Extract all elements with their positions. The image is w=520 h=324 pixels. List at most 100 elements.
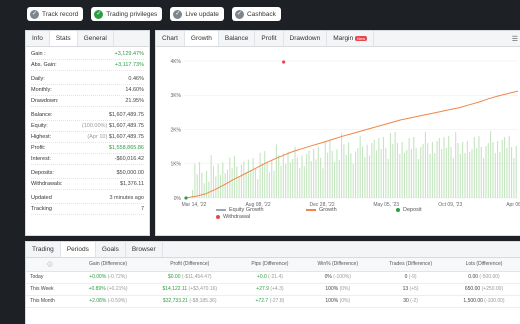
table-header-row: ⓘ Gain (Difference) Profit (Difference) … [26, 258, 520, 272]
tab-browser[interactable]: Browser [126, 242, 163, 257]
equity-bar [385, 148, 387, 198]
legend-equity-growth[interactable]: Equity Growth [216, 207, 264, 213]
cell-trades: 30 (-2) [373, 295, 448, 308]
stat-abs-gain: Abs. Gain: +3,117.73% [31, 60, 144, 71]
withdrawal-marker [282, 60, 286, 64]
equity-bar [222, 162, 224, 198]
equity-bar [408, 138, 410, 198]
equity-bar [268, 172, 270, 198]
badge-live-update[interactable]: ✓ Live update [170, 7, 224, 21]
equity-bar [487, 143, 489, 198]
equity-bar [231, 168, 233, 198]
tab-goals[interactable]: Goals [96, 242, 126, 257]
equity-bar [471, 149, 473, 198]
tab-general[interactable]: General [78, 31, 114, 46]
period-name: This Month [26, 295, 74, 308]
equity-bar [464, 153, 466, 198]
equity-bar [352, 163, 354, 198]
equity-bar [245, 171, 247, 198]
equity-bar [194, 163, 196, 198]
equity-bar [289, 162, 291, 198]
tab-profit[interactable]: Profit [255, 31, 284, 46]
equity-bar [229, 157, 231, 198]
cell-lots: 0.00 (-500.00) [448, 271, 520, 284]
stat-daily: Daily: 0.46% [31, 74, 144, 85]
legend-growth[interactable]: Growth [306, 207, 337, 213]
equity-bar [415, 148, 417, 198]
equity-bar [410, 149, 412, 198]
tab-chart[interactable]: Chart [156, 31, 185, 46]
stats-panel: Info Stats General Gain : +3,129.47% Abs.… [25, 30, 150, 236]
tab-info[interactable]: Info [26, 31, 50, 46]
col-pips[interactable]: Pips (Difference) [237, 258, 303, 272]
equity-bar [310, 161, 312, 198]
badge-label: Cashback [246, 10, 276, 18]
stat-monthly: Monthly: 14.60% [31, 85, 144, 96]
equity-bar [296, 157, 298, 198]
check-icon: ✓ [94, 9, 104, 19]
equity-bar [303, 166, 305, 198]
equity-bar [478, 136, 480, 198]
stat-gain: Gain : +3,129.47% [31, 49, 144, 60]
col-win[interactable]: Win% (Difference) [302, 258, 374, 272]
cell-gain: +2.08% (-0.59%) [74, 295, 143, 308]
equity-bar [494, 153, 496, 198]
equity-bar [504, 137, 506, 198]
cell-profit: $14,122.11 (+$3,470.16) [142, 283, 238, 296]
equity-bar [438, 138, 440, 198]
tab-balance[interactable]: Balance [219, 31, 256, 46]
deposit-marker [184, 196, 188, 200]
equity-bar [287, 151, 289, 198]
legend-deposit[interactable]: Deposit [396, 207, 422, 213]
equity-bar [264, 151, 266, 198]
equity-bar [215, 176, 217, 198]
col-gain[interactable]: Gain (Difference) [74, 258, 143, 272]
badge-track-record[interactable]: ✓ Track record [27, 7, 84, 21]
tab-growth[interactable]: Growth [184, 31, 219, 46]
tab-drawdown[interactable]: Drawdown [284, 31, 328, 46]
equity-bar [420, 147, 422, 198]
hamburger-icon[interactable]: ☰ [512, 35, 518, 43]
equity-bar [373, 139, 375, 198]
equity-bar [357, 148, 359, 198]
equity-bar [380, 149, 382, 198]
equity-bar [285, 164, 287, 198]
equity-bar [238, 177, 240, 198]
equity-bar [324, 142, 326, 198]
equity-bar [261, 163, 263, 198]
stat-updated: Updated 3 minutes ago [31, 193, 144, 204]
cell-trades: 0 (-9) [373, 271, 448, 284]
equity-bar [431, 142, 433, 198]
legend-withdrawal[interactable]: Withdrawal [216, 214, 250, 220]
equity-bar [320, 157, 322, 198]
col-trades[interactable]: Trades (Difference) [373, 258, 448, 272]
cell-gain: +0.89% (+0.21%) [74, 283, 143, 296]
equity-bar [275, 144, 277, 198]
cell-pips: +72.7 (-27.8) [237, 295, 303, 308]
info-icon[interactable]: ⓘ [26, 258, 74, 272]
badge-trading-privileges[interactable]: ✓ Trading privileges [91, 7, 163, 21]
legend-swatch [306, 209, 316, 211]
equity-bar [452, 158, 454, 198]
equity-bar [492, 142, 494, 198]
stat-withdrawals: Withdrawals: $1,376.11 [31, 179, 144, 190]
tab-margin[interactable]: Margin New [327, 31, 375, 46]
equity-bar [317, 147, 319, 198]
tab-stats[interactable]: Stats [49, 31, 78, 46]
check-icon: ✓ [173, 9, 183, 19]
equity-bar [476, 148, 478, 198]
col-lots[interactable]: Lots (Difference) [448, 258, 520, 272]
equity-bar [240, 164, 242, 198]
tab-trading[interactable]: Trading [26, 242, 61, 257]
equity-bar [243, 161, 245, 198]
chart-svg: 0%1K%2K%3K%4K%Mar 14, '22 Aug 08, '22 Dec … [170, 59, 520, 208]
equity-bar [236, 166, 238, 198]
tab-periods[interactable]: Periods [60, 242, 96, 257]
table-row: This Month +2.08% (-0.59%) $32,733.21 (-$8… [26, 295, 520, 308]
badge-label: Trading privileges [106, 10, 158, 18]
col-profit[interactable]: Profit (Difference) [142, 258, 238, 272]
check-icon: ✓ [234, 9, 244, 19]
equity-bar [364, 157, 366, 198]
badge-cashback[interactable]: ✓ Cashback [231, 7, 281, 21]
equity-bar [413, 137, 415, 198]
